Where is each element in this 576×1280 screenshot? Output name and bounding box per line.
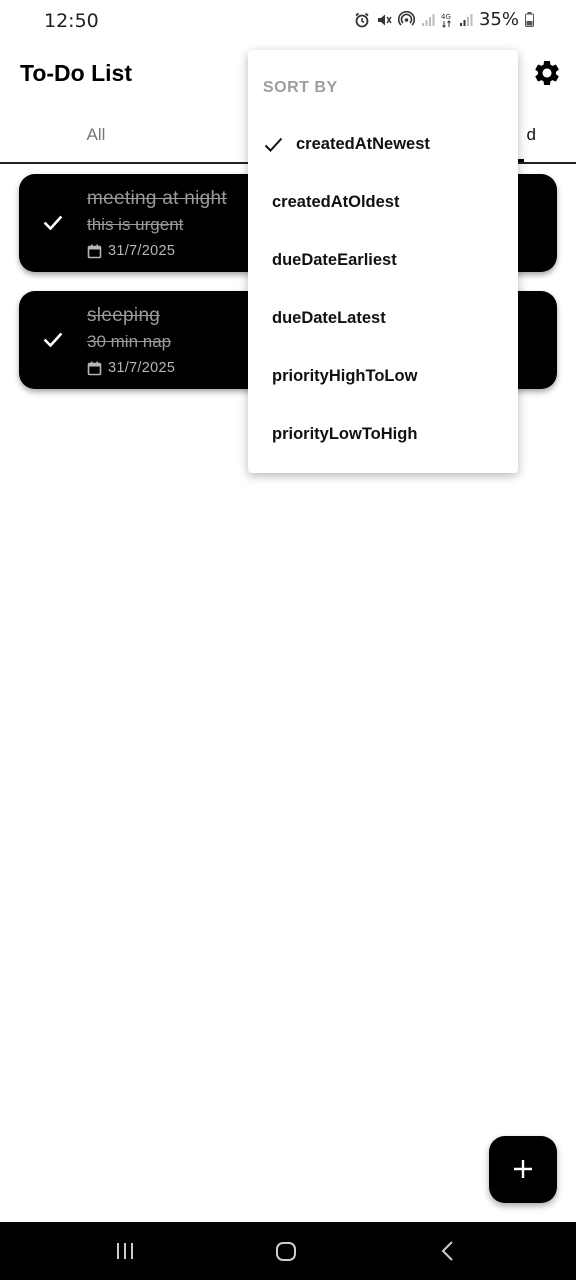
task-title: meeting at night (87, 188, 227, 209)
home-icon[interactable] (275, 1241, 297, 1262)
calendar-icon (87, 244, 102, 258)
sort-option-label: createdAtOldest (272, 193, 400, 211)
task-due-date-row: 31/7/2025 (87, 360, 175, 376)
check-icon (264, 137, 283, 152)
status-time: 12:50 (44, 10, 99, 32)
sort-option-label: dueDateLatest (272, 309, 386, 327)
status-icons: 4G 35% (354, 9, 534, 30)
back-icon[interactable] (440, 1240, 456, 1262)
battery-icon (525, 12, 534, 27)
battery-percent: 35% (478, 9, 519, 30)
sort-option-due-date-earliest[interactable]: dueDateEarliest (248, 236, 518, 286)
task-description: 30 min nap (87, 332, 172, 351)
settings-button[interactable] (532, 58, 562, 88)
check-icon[interactable] (43, 213, 63, 233)
calendar-icon (87, 361, 102, 375)
signal-icon (421, 13, 435, 26)
sort-option-created-at-newest[interactable]: createdAtNewest (248, 120, 518, 170)
status-bar: 12:50 4G 35% (0, 0, 576, 42)
signal-icon-2 (459, 13, 473, 26)
recent-apps-icon[interactable] (115, 1242, 135, 1260)
hotspot-icon (397, 11, 415, 26)
sort-option-due-date-latest[interactable]: dueDateLatest (248, 294, 518, 344)
sort-menu: SORT BY createdAtNewest createdAtOldest … (248, 50, 518, 473)
tab-all[interactable]: All (60, 125, 132, 145)
plus-icon (514, 1160, 532, 1178)
task-due-date: 31/7/2025 (108, 243, 176, 259)
task-title: sleeping (87, 305, 161, 326)
sort-option-label: priorityLowToHigh (272, 425, 418, 443)
task-due-date-row: 31/7/2025 (87, 243, 175, 259)
alarm-icon (355, 12, 369, 27)
gear-icon (535, 60, 559, 85)
add-task-button[interactable] (489, 1136, 557, 1203)
sort-option-priority-high-to-low[interactable]: priorityHighToLow (248, 352, 518, 402)
sort-option-label: createdAtNewest (296, 135, 430, 153)
task-due-date: 31/7/2025 (108, 360, 176, 376)
sort-option-label: dueDateEarliest (272, 251, 397, 269)
page-title: To-Do List (20, 60, 132, 86)
task-description: this is urgent (87, 215, 184, 234)
check-icon[interactable] (43, 330, 63, 350)
sort-menu-header: SORT BY (263, 79, 338, 96)
svg-text:4G: 4G (441, 13, 451, 21)
sort-option-label: priorityHighToLow (272, 367, 418, 385)
system-nav-bar (0, 1222, 576, 1280)
sort-option-priority-low-to-high[interactable]: priorityLowToHigh (248, 410, 518, 460)
mute-icon (377, 14, 392, 25)
network-4g-icon: 4G (441, 13, 451, 28)
sort-option-created-at-oldest[interactable]: createdAtOldest (248, 178, 518, 228)
